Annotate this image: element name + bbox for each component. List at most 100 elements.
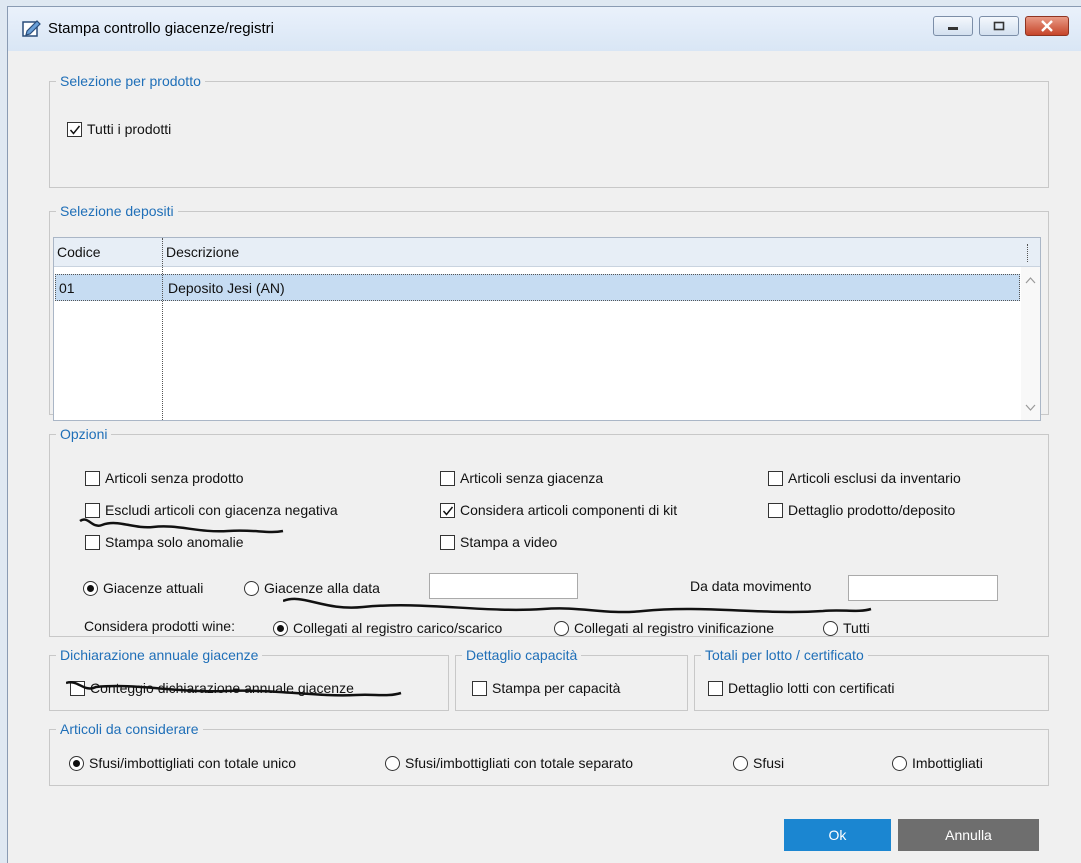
checkbox-box: [440, 502, 455, 518]
movement-date-label: Da data movimento: [690, 578, 812, 594]
no-product-checkbox[interactable]: Articoli senza prodotto: [85, 470, 244, 486]
scroll-down-icon[interactable]: [1025, 404, 1036, 412]
ok-button[interactable]: Ok: [784, 819, 891, 851]
checkbox-box: [85, 470, 100, 486]
checkbox-box: [440, 534, 455, 550]
print-by-capacity-label: Stampa per capacità: [492, 680, 621, 696]
radio-dot: [69, 755, 84, 771]
maximize-button[interactable]: [979, 16, 1019, 36]
excluded-inventory-label: Articoli esclusi da inventario: [788, 470, 961, 486]
cancel-button[interactable]: Annulla: [898, 819, 1039, 851]
wine-all-radio[interactable]: Tutti: [823, 620, 870, 636]
minimize-button[interactable]: [933, 16, 973, 36]
stock-at-date-radio[interactable]: Giacenze alla data: [244, 580, 380, 596]
radio-dot: [823, 620, 838, 636]
radio-dot: [273, 620, 288, 636]
current-stock-label: Giacenze attuali: [103, 580, 204, 596]
radio-dot: [385, 755, 400, 771]
movement-date-field[interactable]: [848, 575, 998, 601]
lot-certificates-checkbox[interactable]: Dettaglio lotti con certificati: [708, 680, 895, 696]
bulk-label: Sfusi: [753, 755, 785, 771]
cancel-button-label: Annulla: [945, 827, 992, 843]
checkbox-box: [85, 534, 100, 550]
product-warehouse-detail-label: Dettaglio prodotto/deposito: [788, 502, 956, 518]
product-warehouse-detail-checkbox[interactable]: Dettaglio prodotto/deposito: [768, 502, 955, 518]
warehouse-selection-group: Selezione depositi Codice Descrizione 01…: [49, 203, 1049, 421]
cell-descrizione: Deposito Jesi (AN): [168, 280, 285, 296]
warehouse-grid[interactable]: Codice Descrizione 01 Deposito Jesi (AN): [53, 237, 1041, 421]
product-selection-group: Selezione per prodotto Tutti i prodotti: [49, 73, 1049, 188]
articles-group: Articoli da considerare Sfusi/imbottigli…: [49, 721, 1049, 786]
window-title: Stampa controllo giacenze/registri: [48, 20, 274, 37]
annual-declaration-label: Conteggio dichiarazione annuale giacenze: [90, 680, 354, 696]
bottled-radio[interactable]: Imbottigliati: [892, 755, 983, 771]
all-products-label: Tutti i prodotti: [87, 121, 172, 137]
wine-vinification-register-label: Collegati al registro vinificazione: [574, 620, 774, 636]
no-product-label: Articoli senza prodotto: [105, 470, 244, 486]
no-stock-label: Articoli senza giacenza: [460, 470, 604, 486]
bulk-radio[interactable]: Sfusi: [733, 755, 784, 771]
kit-components-label: Considera articoli componenti di kit: [460, 502, 678, 518]
grid-header: Codice Descrizione: [54, 238, 1040, 267]
radio-dot: [244, 580, 259, 596]
lot-certificates-label: Dettaglio lotti con certificati: [728, 680, 895, 696]
options-group: Opzioni Articoli senza prodotto Articoli…: [49, 426, 1049, 637]
wine-load-register-radio[interactable]: Collegati al registro carico/scarico: [273, 620, 502, 636]
current-stock-radio[interactable]: Giacenze attuali: [83, 580, 203, 596]
checkbox-box: [472, 680, 487, 696]
title-bar[interactable]: Stampa controllo giacenze/registri: [8, 7, 1081, 51]
exclude-negative-checkbox[interactable]: Escludi articoli con giacenza negativa: [85, 502, 338, 518]
no-stock-checkbox[interactable]: Articoli senza giacenza: [440, 470, 603, 486]
capacity-detail-group: Dettaglio capacità Stampa per capacità: [455, 647, 688, 711]
checkbox-box: [768, 470, 783, 486]
close-button[interactable]: [1025, 16, 1069, 36]
annual-declaration-checkbox[interactable]: Conteggio dichiarazione annuale giacenze: [70, 680, 354, 696]
dialog-window: Stampa controllo giacenze/registri Selez…: [7, 6, 1081, 863]
wine-load-register-label: Collegati al registro carico/scarico: [293, 620, 503, 636]
print-to-screen-checkbox[interactable]: Stampa a video: [440, 534, 557, 550]
scroll-up-icon[interactable]: [1025, 276, 1036, 284]
column-divider: [1027, 244, 1028, 262]
wine-vinification-register-radio[interactable]: Collegati al registro vinificazione: [554, 620, 774, 636]
print-edit-icon: [22, 18, 42, 41]
minimize-icon: [948, 27, 958, 30]
anomalies-only-label: Stampa solo anomalie: [105, 534, 244, 550]
checkbox-box: [67, 121, 82, 137]
table-row[interactable]: 01 Deposito Jesi (AN): [55, 274, 1020, 301]
excluded-inventory-checkbox[interactable]: Articoli esclusi da inventario: [768, 470, 961, 486]
close-icon: [1041, 20, 1053, 32]
all-products-checkbox[interactable]: Tutti i prodotti: [67, 121, 171, 137]
radio-dot: [554, 620, 569, 636]
check-icon: [69, 125, 81, 135]
vertical-scrollbar[interactable]: [1021, 267, 1040, 420]
capacity-detail-legend: Dettaglio capacità: [466, 647, 578, 663]
column-header-codice[interactable]: Codice: [57, 244, 101, 260]
checkbox-box: [70, 680, 85, 696]
single-total-label: Sfusi/imbottigliati con totale unico: [89, 755, 296, 771]
annual-declaration-legend: Dichiarazione annuale giacenze: [60, 647, 259, 663]
radio-dot: [733, 755, 748, 771]
maximize-icon: [993, 21, 1005, 31]
stock-date-field[interactable]: [429, 573, 578, 599]
checkbox-box: [768, 502, 783, 518]
anomalies-only-checkbox[interactable]: Stampa solo anomalie: [85, 534, 244, 550]
annual-declaration-group: Dichiarazione annuale giacenze Conteggio…: [49, 647, 449, 711]
cell-codice: 01: [59, 280, 75, 296]
exclude-negative-label: Escludi articoli con giacenza negativa: [105, 502, 338, 518]
column-header-descrizione[interactable]: Descrizione: [166, 244, 239, 260]
bottled-label: Imbottigliati: [912, 755, 983, 771]
separate-total-label: Sfusi/imbottigliati con totale separato: [405, 755, 634, 771]
lot-totals-group: Totali per lotto / certificato Dettaglio…: [694, 647, 1049, 711]
stock-at-date-label: Giacenze alla data: [264, 580, 380, 596]
kit-components-checkbox[interactable]: Considera articoli componenti di kit: [440, 502, 677, 518]
radio-dot: [892, 755, 907, 771]
options-legend: Opzioni: [60, 426, 108, 442]
radio-dot: [83, 580, 98, 596]
column-divider: [162, 238, 163, 420]
checkbox-box: [440, 470, 455, 486]
separate-total-radio[interactable]: Sfusi/imbottigliati con totale separato: [385, 755, 633, 771]
lot-totals-legend: Totali per lotto / certificato: [705, 647, 864, 663]
single-total-radio[interactable]: Sfusi/imbottigliati con totale unico: [69, 755, 296, 771]
articles-legend: Articoli da considerare: [60, 721, 199, 737]
print-by-capacity-checkbox[interactable]: Stampa per capacità: [472, 680, 620, 696]
